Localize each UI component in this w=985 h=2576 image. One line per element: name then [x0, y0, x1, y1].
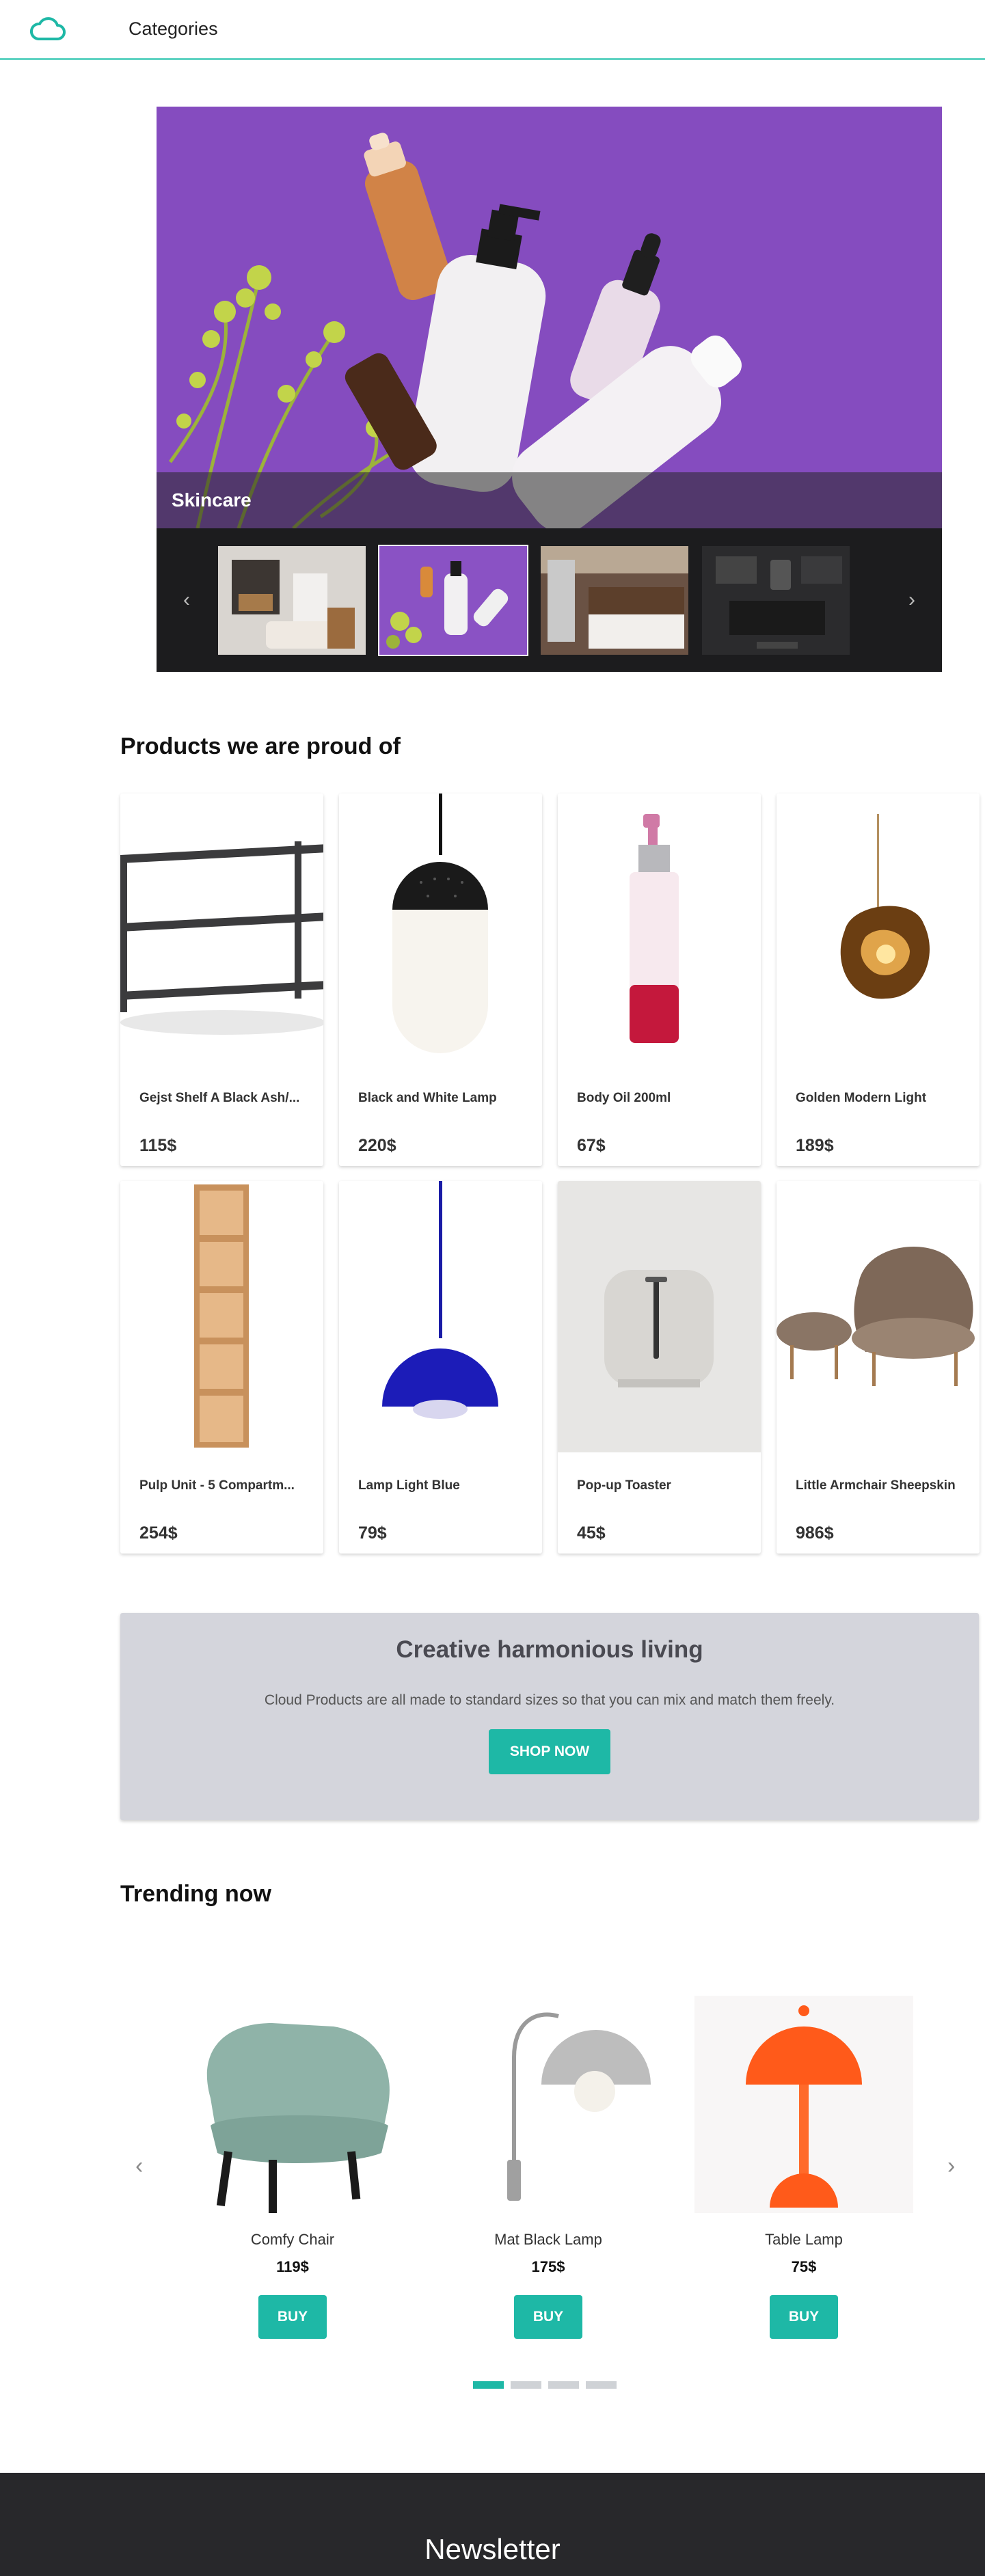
product-card[interactable]: Pop-up Toaster 45$: [558, 1181, 761, 1554]
product-card[interactable]: Gejst Shelf A Black Ash/... 115$: [120, 794, 323, 1166]
product-card[interactable]: Lamp Light Blue 79$: [339, 1181, 542, 1554]
shop-now-button[interactable]: SHOP NOW: [489, 1729, 610, 1774]
trending-item-name: Table Lamp: [765, 2231, 843, 2248]
trending-item-price: 119$: [276, 2258, 309, 2275]
products-section-title: Products we are proud of: [120, 733, 401, 759]
product-image-pulp-unit: [120, 1181, 323, 1452]
product-image-blue-lamp: [339, 1181, 542, 1452]
product-name: Pop-up Toaster: [577, 1478, 671, 1493]
cloud-logo-icon[interactable]: [27, 14, 68, 44]
product-image-armchair: [777, 1181, 980, 1452]
hero-carousel: Skincare ‹ ›: [157, 107, 942, 672]
trending-carousel: ‹ Comfy Chair 119$ BUY Mat Black Lamp 17…: [120, 1982, 979, 2433]
trending-section-title: Trending now: [120, 1881, 271, 1907]
product-name: Lamp Light Blue: [358, 1478, 460, 1493]
product-card[interactable]: Pulp Unit - 5 Compartm... 254$: [120, 1181, 323, 1554]
hero-caption: Skincare: [157, 472, 942, 528]
thumbnail-desk-setup[interactable]: [701, 545, 851, 656]
trending-item-name: Comfy Chair: [250, 2231, 335, 2248]
thumbnail-living-room[interactable]: [217, 545, 367, 656]
site-header: Categories: [0, 0, 985, 60]
promo-text: Cloud Products are all made to standard …: [264, 1692, 835, 1708]
product-price: 67$: [577, 1136, 606, 1155]
chevron-right-icon[interactable]: ›: [947, 2153, 955, 2180]
product-image-shelf: [120, 794, 323, 1065]
product-card[interactable]: Little Armchair Sheepskin 986$: [777, 1181, 980, 1554]
trending-image-wall-lamp: [439, 1996, 658, 2213]
chevron-left-icon[interactable]: ‹: [135, 2153, 143, 2180]
hero-thumbnails: ‹ ›: [157, 528, 942, 672]
trending-item-price: 175$: [531, 2258, 565, 2275]
trending-item: Mat Black Lamp 175$ BUY: [439, 1996, 658, 2339]
product-image-body-oil: [558, 794, 761, 1065]
product-price: 189$: [796, 1136, 834, 1155]
pagination-dot[interactable]: [473, 2381, 504, 2389]
buy-button[interactable]: BUY: [770, 2295, 838, 2339]
product-card[interactable]: Body Oil 200ml 67$: [558, 794, 761, 1166]
carousel-pagination: [473, 2381, 617, 2389]
chevron-right-icon[interactable]: ›: [882, 528, 942, 672]
promo-title: Creative harmonious living: [396, 1636, 703, 1663]
trending-item-name: Mat Black Lamp: [494, 2231, 602, 2248]
promo-banner: Creative harmonious living Cloud Product…: [120, 1613, 979, 1820]
trending-item: Comfy Chair 119$ BUY: [183, 1996, 402, 2339]
product-grid: Gejst Shelf A Black Ash/... 115$ Black a…: [120, 794, 980, 1554]
product-name: Little Armchair Sheepskin: [796, 1478, 956, 1493]
product-name: Golden Modern Light: [796, 1091, 927, 1105]
product-image-toaster: [558, 1181, 761, 1452]
product-image-black-white-lamp: [339, 794, 542, 1065]
newsletter-title: Newsletter: [424, 2533, 561, 2565]
product-price: 254$: [139, 1523, 178, 1543]
pagination-dot[interactable]: [548, 2381, 579, 2389]
product-name: Gejst Shelf A Black Ash/...: [139, 1091, 300, 1105]
buy-button[interactable]: BUY: [258, 2295, 327, 2339]
trending-image-table-lamp: [694, 1996, 913, 2213]
thumbnail-kitchen[interactable]: [539, 545, 690, 656]
newsletter-section: Newsletter: [0, 2473, 985, 2576]
product-image-golden-light: [777, 794, 980, 1065]
nav-categories-link[interactable]: Categories: [129, 18, 218, 40]
trending-item: Table Lamp 75$ BUY: [694, 1996, 913, 2339]
chevron-left-icon[interactable]: ‹: [157, 528, 217, 672]
product-price: 115$: [139, 1136, 177, 1155]
product-price: 79$: [358, 1523, 387, 1543]
product-price: 986$: [796, 1523, 834, 1543]
product-price: 220$: [358, 1136, 396, 1155]
trending-image-chair: [183, 1996, 402, 2213]
buy-button[interactable]: BUY: [514, 2295, 582, 2339]
thumbnail-skincare[interactable]: [378, 544, 528, 656]
product-card[interactable]: Golden Modern Light 189$: [777, 794, 980, 1166]
product-price: 45$: [577, 1523, 606, 1543]
pagination-dot[interactable]: [511, 2381, 541, 2389]
product-name: Pulp Unit - 5 Compartm...: [139, 1478, 295, 1493]
trending-item-price: 75$: [791, 2258, 817, 2275]
hero-image: Skincare: [157, 107, 942, 528]
product-card[interactable]: Black and White Lamp 220$: [339, 794, 542, 1166]
product-name: Body Oil 200ml: [577, 1091, 671, 1105]
product-name: Black and White Lamp: [358, 1091, 497, 1105]
pagination-dot[interactable]: [586, 2381, 617, 2389]
